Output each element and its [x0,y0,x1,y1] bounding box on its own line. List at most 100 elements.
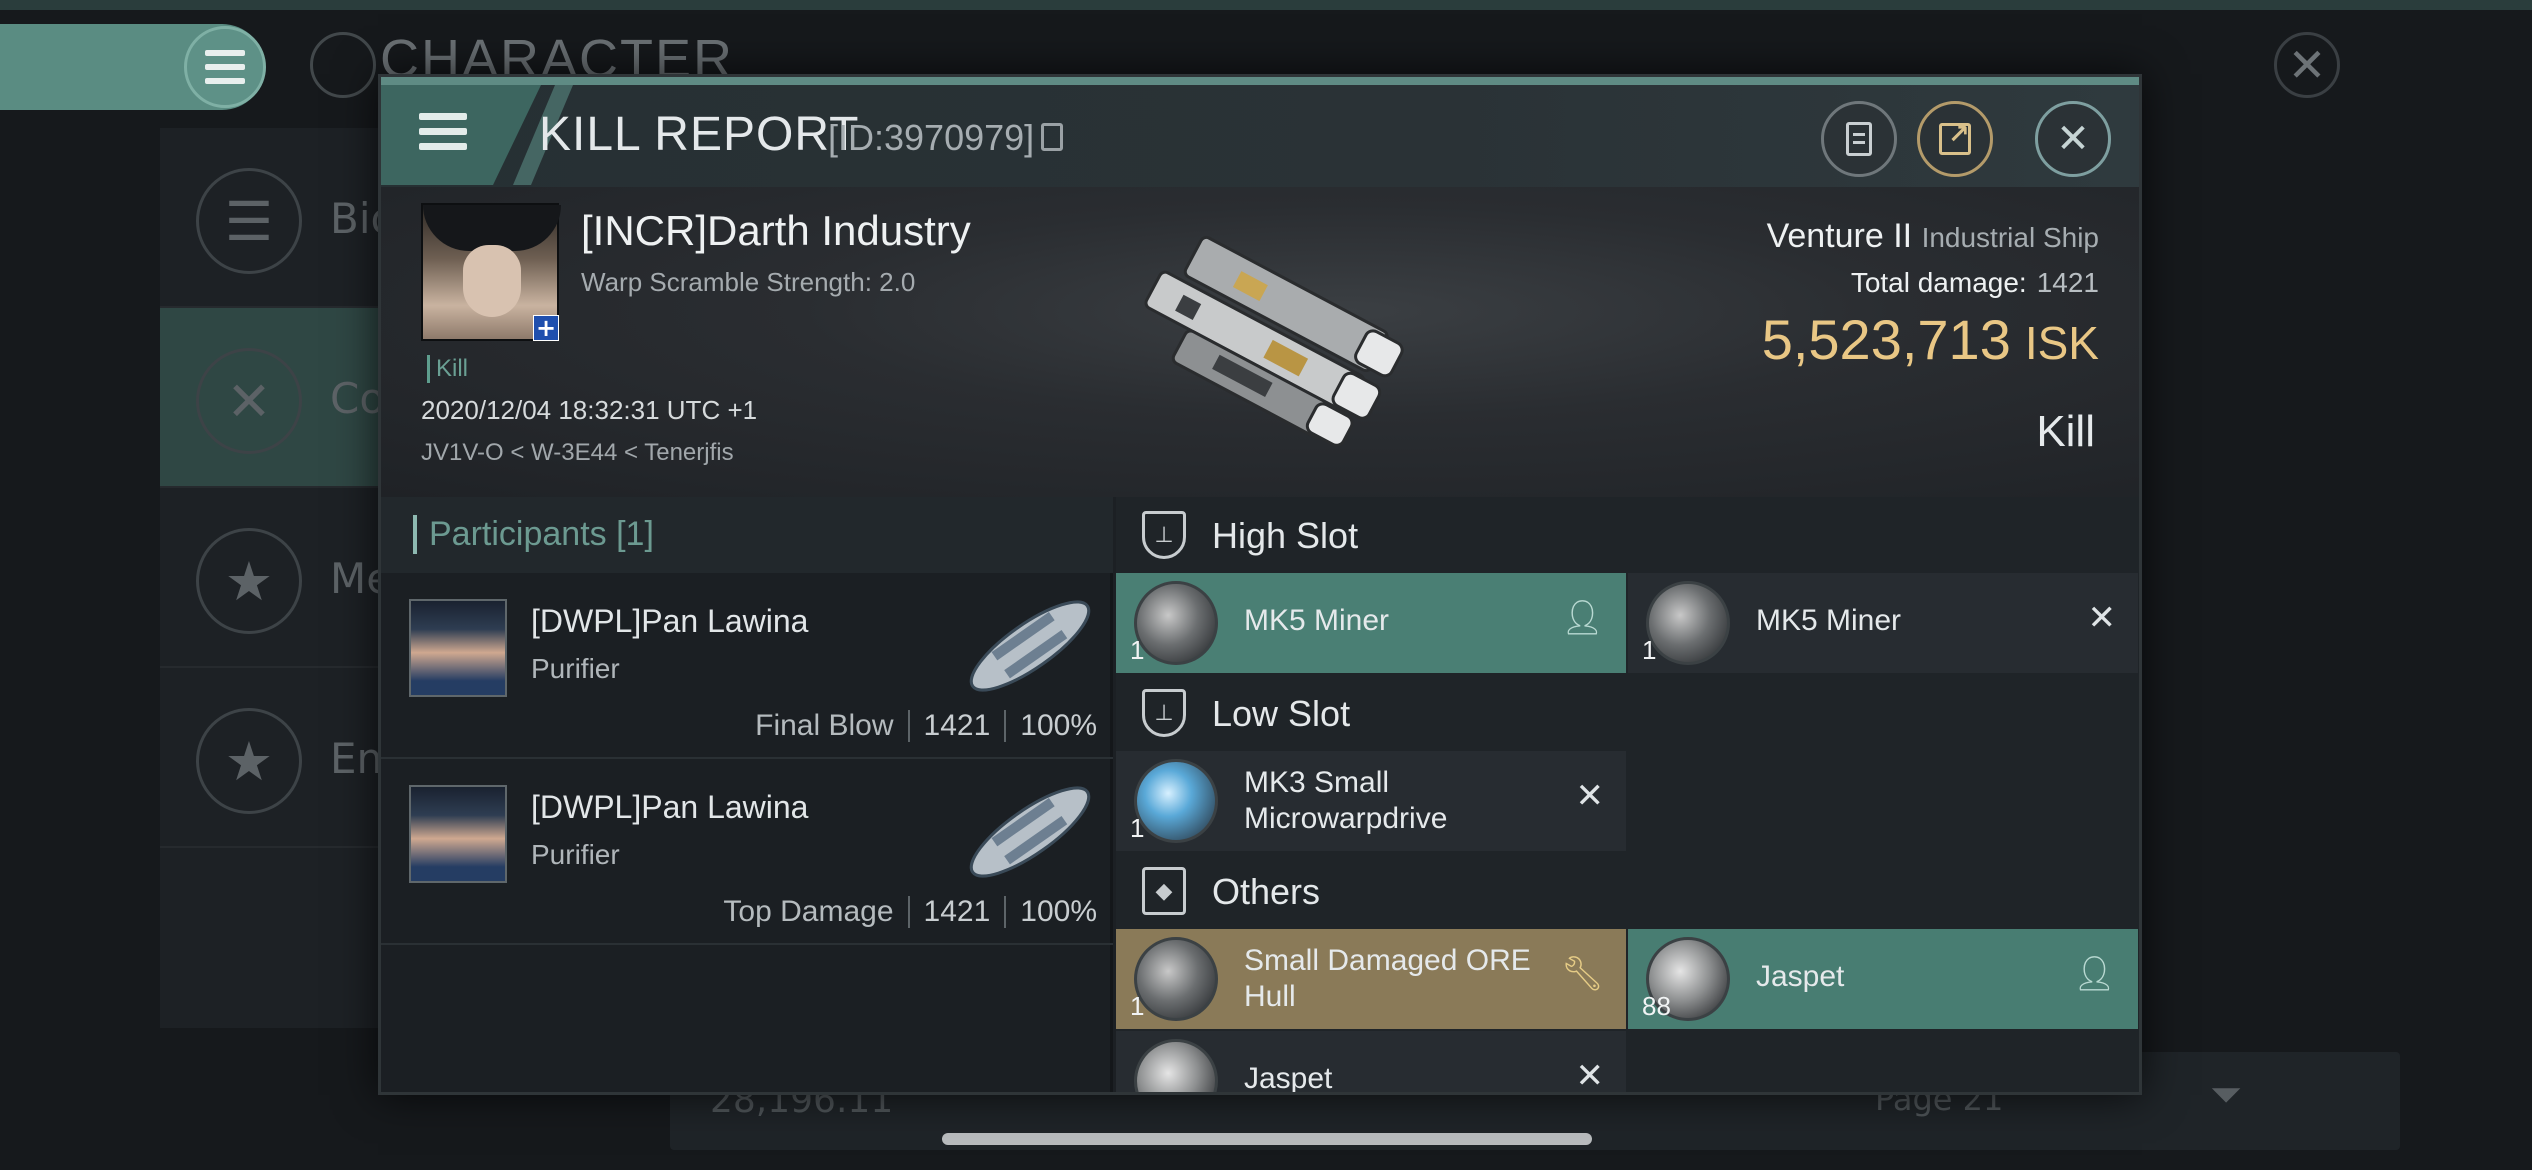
participants-header: Participants [1] [381,497,1113,573]
total-damage-label: Total damage: [1850,267,2027,298]
close-icon: ✕ [2287,38,2327,92]
module-name: MK3 Small Microwarpdrive [1244,765,1447,837]
kill-location[interactable]: JV1V-O < W-3E44 < Tenerjfis [421,439,734,467]
participant-ship-image [969,600,1091,692]
item-name-line2: Hull [1244,980,1296,1013]
item-quantity: 88 [1642,991,1671,1021]
isk-amount: 5,523,713 [1761,308,2011,371]
share-button[interactable] [1917,101,1993,177]
participant-ship: Purifier [531,839,620,870]
module-thumbnail [1134,759,1218,843]
ship-class: Industrial Ship [1921,222,2099,253]
participant-percent: 100% [1020,895,1097,928]
slot-label: High Slot [1212,515,1359,556]
module-quantity: 1 [1130,813,1145,843]
participant-damage: 1421 [923,895,991,928]
module-name-line2: Microwarpdrive [1244,802,1448,835]
report-button[interactable] [1821,101,1897,177]
person-icon: 👤︎ [2072,954,2116,994]
home-indicator [942,1133,1592,1145]
main-menu-button[interactable] [184,26,266,108]
participants-title: Participants [1] [413,515,654,554]
crossed-swords-icon: ✕ [196,348,302,454]
participant-stats: Final Blow 1421 100% [755,709,1097,743]
item-quantity: 1 [1130,991,1145,1021]
total-damage: Total damage: 1421 [1851,267,2099,299]
character-icon [310,32,376,98]
participants-panel: Participants [1] [DWPL]Pan Lawina Purifi… [381,497,1113,1092]
module-name: MK5 Miner [1756,604,1902,637]
report-id: [ID:3970979] [828,117,1035,158]
close-icon: ✕ [1575,776,1605,816]
participant-role: Final Blow [755,709,894,742]
stats-separator [907,710,910,742]
victim-name[interactable]: [INCR]Darth Industry [581,207,971,255]
victim-ship-image[interactable] [1101,207,1431,477]
list-icon: ☰ [196,168,302,274]
close-icon: ✕ [2056,116,2090,162]
result-label: Kill [2036,407,2095,456]
cargo-item[interactable]: Jaspet ✕ [1116,1031,1626,1095]
others-header: ◆ Others [1116,853,2139,929]
participant-role: Top Damage [723,895,894,928]
kill-datetime: 2020/12/04 18:32:31 UTC +1 [421,395,758,425]
participant-avatar[interactable] [409,599,507,697]
item-name: Small Damaged ORE Hull [1244,943,1531,1015]
low-slot-header: ⊥ Low Slot [1116,675,2139,751]
module-thumbnail [1646,581,1730,665]
total-damage-value: 1421 [2036,267,2099,298]
hamburger-icon [205,50,245,84]
cargo-item[interactable]: 88 Jaspet 👤︎ [1628,929,2138,1029]
module-quantity: 1 [1642,635,1657,665]
cargo-item[interactable]: 1 Small Damaged ORE Hull 🔧︎ [1116,929,1626,1029]
module-item[interactable]: 1 MK5 Miner ✕ [1628,573,2138,673]
portrait-face [463,245,521,317]
low-slot-icon: ⊥ [1142,689,1186,737]
fitting-panel: ⊥ High Slot 1 MK5 Miner 👤︎ 1 MK5 Miner ✕… [1116,497,2139,1095]
high-slot-icon: ⊥ [1142,511,1186,559]
participant-row[interactable]: [DWPL]Pan Lawina Purifier Final Blow 142… [381,573,1113,759]
copy-icon[interactable] [1041,123,1063,151]
star-circle-icon: ★ [196,708,302,814]
filter-icon[interactable]: ⏷ [2210,1072,2242,1118]
module-name-line1: MK3 Small [1244,766,1390,799]
dialog-top-accent [381,77,2139,85]
participant-row[interactable]: [DWPL]Pan Lawina Purifier Top Damage 142… [381,759,1113,945]
participant-avatar[interactable] [409,785,507,883]
participant-stats: Top Damage 1421 100% [723,895,1097,929]
module-item[interactable]: 1 MK3 Small Microwarpdrive ✕ [1116,751,1626,851]
add-contact-icon[interactable]: + [533,315,559,341]
victim-subtitle: Warp Scramble Strength: 2.0 [581,267,916,297]
dialog-close-button[interactable]: ✕ [2035,101,2111,177]
wrench-icon: 🔧︎ [1560,954,1604,994]
participant-percent: 100% [1020,709,1097,742]
hamburger-icon [419,113,467,150]
ship-name[interactable]: Venture II Industrial Ship [1767,217,2099,256]
module-name: MK5 Miner [1244,604,1390,637]
participant-name: [DWPL]Pan Lawina [531,603,809,639]
ship-type-name: Venture II [1766,217,1913,255]
module-thumbnail [1134,581,1218,665]
item-thumbnail [1134,937,1218,1021]
top-accent-line [0,0,2532,10]
stats-separator [1004,896,1007,928]
page-close-button[interactable]: ✕ [2274,32,2340,98]
module-quantity: 1 [1130,635,1145,665]
close-icon: ✕ [1575,1056,1605,1095]
slot-label: Low Slot [1212,693,1351,734]
participant-ship: Purifier [531,653,620,684]
document-icon [1846,122,1872,156]
module-item[interactable]: 1 MK5 Miner 👤︎ [1116,573,1626,673]
isk-value: 5,523,713 ISK [1762,307,2099,372]
isk-unit: ISK [2024,317,2099,369]
participant-damage: 1421 [923,709,991,742]
item-name: Jaspet [1244,1062,1333,1095]
sidebar-item-label: Co [330,374,386,423]
slot-label: Others [1212,871,1321,912]
kill-tag: Kill [427,355,468,383]
kill-report-dialog: KILL REPORT [ID:3970979] ✕ + [INCR]Darth… [378,74,2142,1095]
stats-separator [907,896,910,928]
participant-name: [DWPL]Pan Lawina [531,789,809,825]
person-icon: 👤︎ [1560,598,1604,638]
star-badge-icon: ★ [196,528,302,634]
